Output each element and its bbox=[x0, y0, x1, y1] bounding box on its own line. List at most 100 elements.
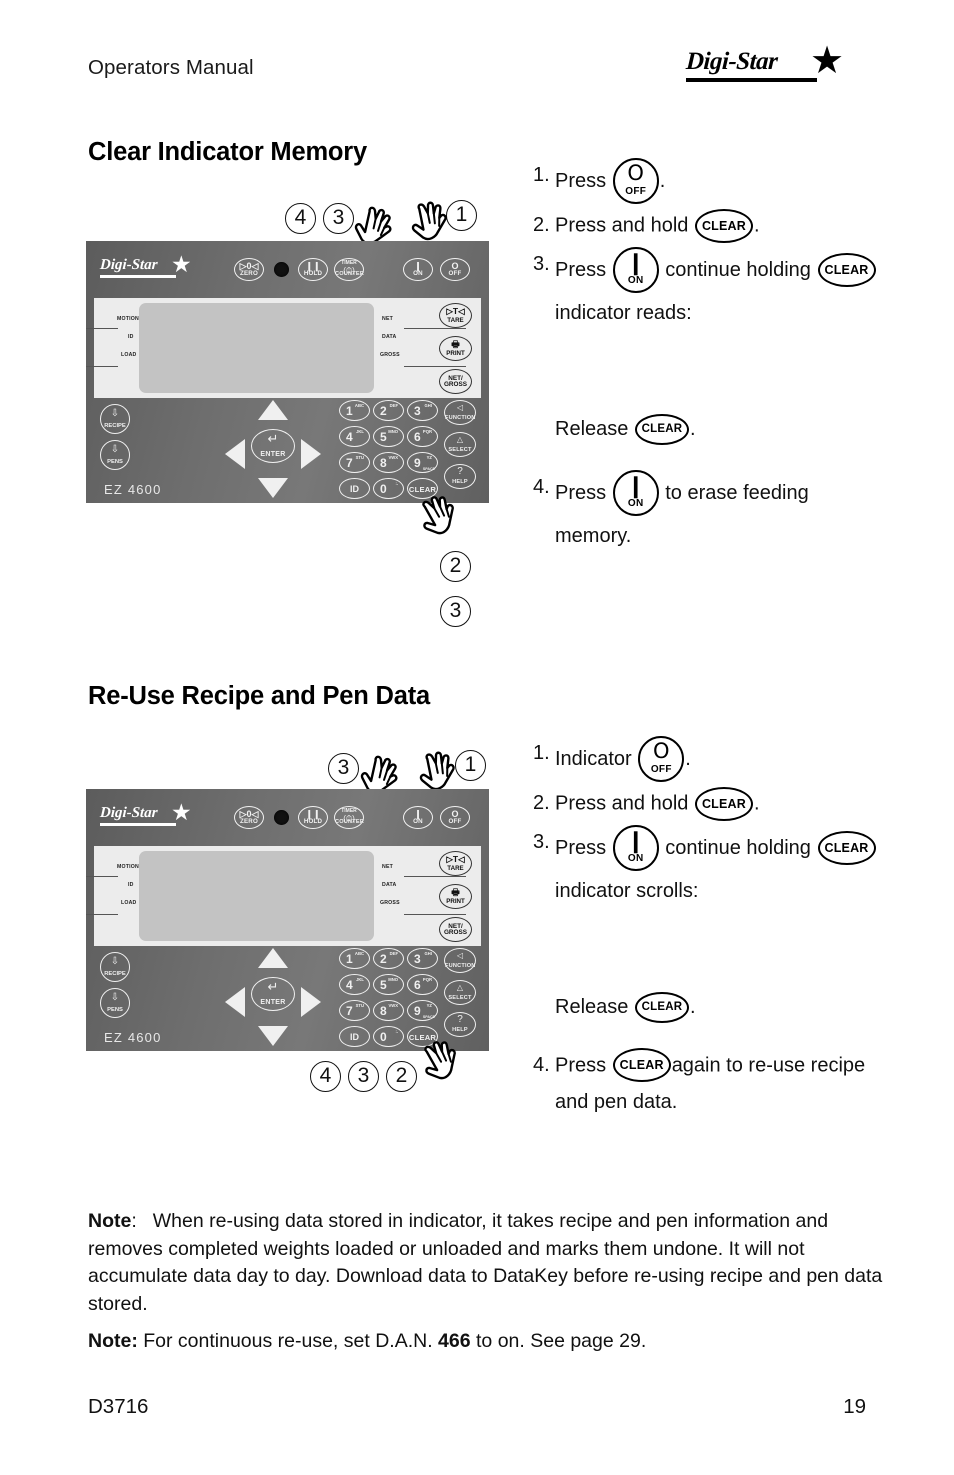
help-key[interactable]: ? HELP bbox=[444, 464, 476, 489]
on-key-glyph[interactable]: ❙ ON bbox=[612, 824, 659, 871]
callout-1: 1 bbox=[455, 750, 486, 781]
select-key[interactable]: △ SELECT bbox=[444, 432, 476, 457]
key-7[interactable]: 7 STU bbox=[339, 1000, 370, 1021]
key-letters: STU bbox=[355, 455, 364, 460]
arrow-right-key[interactable] bbox=[301, 987, 321, 1017]
clear-key-glyph[interactable]: CLEAR bbox=[694, 786, 753, 821]
key-id[interactable]: ID bbox=[339, 478, 370, 499]
clear-key-glyph[interactable]: CLEAR bbox=[817, 830, 876, 865]
off-key-label: OFF bbox=[650, 764, 672, 775]
key-letters: PQR bbox=[422, 977, 432, 982]
hold-key[interactable]: ❙❙ HOLD bbox=[298, 258, 328, 281]
gross-label: GROSS bbox=[443, 381, 468, 388]
display-divider bbox=[404, 876, 466, 877]
zero-key[interactable]: ▷0◁ ZERO bbox=[234, 258, 264, 281]
enter-key[interactable]: ↵ ENTER bbox=[251, 977, 295, 1011]
pens-icon: ⇩ bbox=[110, 444, 120, 455]
device-brand-text: Digi-Star bbox=[99, 805, 158, 821]
numeric-keypad: 1 ABC 2 DEF 3 GHI 4 JKL 5 MNO 6 PQR 7 STU 8 VWX … bbox=[339, 400, 449, 500]
key-id[interactable]: ID bbox=[339, 1026, 370, 1047]
off-key[interactable]: O OFF bbox=[440, 806, 470, 829]
key-5[interactable]: 5 MNO bbox=[373, 426, 404, 447]
key-3[interactable]: 3 GHI bbox=[407, 948, 438, 969]
recipe-key[interactable]: ⇩ RECIPE bbox=[100, 952, 130, 982]
function-key[interactable]: ◁ FUNCTION bbox=[444, 400, 476, 425]
off-key-glyph[interactable]: O OFF bbox=[638, 736, 685, 782]
arrow-down-key[interactable] bbox=[258, 478, 288, 498]
key-0[interactable]: 0:. bbox=[373, 1026, 404, 1047]
callout-3: 3 bbox=[440, 596, 471, 627]
recipe-key[interactable]: ⇩ RECIPE bbox=[100, 404, 130, 434]
arrow-up-key[interactable] bbox=[258, 400, 288, 420]
arrow-right-key[interactable] bbox=[301, 439, 321, 469]
key-4[interactable]: 4 JKL bbox=[339, 974, 370, 995]
note-label: Note: bbox=[88, 1330, 138, 1352]
key-6[interactable]: 6 PQR bbox=[407, 974, 438, 995]
clear-key-glyph[interactable]: CLEAR bbox=[817, 252, 876, 287]
key-3[interactable]: 3 GHI bbox=[407, 400, 438, 421]
arrow-left-key[interactable] bbox=[225, 439, 245, 469]
clear-key-glyph[interactable]: CLEAR bbox=[634, 991, 689, 1023]
arrow-down-key[interactable] bbox=[258, 1026, 288, 1046]
key-digit: 5 bbox=[380, 978, 387, 992]
key-1[interactable]: 1 ABC bbox=[339, 948, 370, 969]
key-8[interactable]: 8 VWX bbox=[373, 452, 404, 473]
key-1[interactable]: 1 ABC bbox=[339, 400, 370, 421]
timer-counter-key[interactable]: TIMER (⏱) COUNTER bbox=[334, 806, 364, 829]
key-0[interactable]: 0:. bbox=[373, 478, 404, 499]
display-label-data: DATA bbox=[382, 882, 397, 888]
tare-key[interactable]: ▷T◁ TARE bbox=[439, 851, 472, 876]
key-8[interactable]: 8 VWX bbox=[373, 1000, 404, 1021]
zero-label: ZERO bbox=[240, 817, 258, 825]
key-digit: 9 bbox=[414, 1004, 421, 1018]
step-text-post: . bbox=[753, 214, 760, 237]
enter-label: ENTER bbox=[260, 999, 286, 1006]
off-key-glyph[interactable]: O OFF bbox=[612, 158, 659, 204]
hold-key[interactable]: ❙❙ HOLD bbox=[298, 806, 328, 829]
timer-counter-key[interactable]: TIMER (⏱) COUNTER bbox=[334, 258, 364, 281]
zero-key[interactable]: ▷0◁ ZERO bbox=[234, 806, 264, 829]
step-number: 3. bbox=[533, 830, 550, 853]
on-key-glyph[interactable]: ❙ ON bbox=[612, 246, 659, 293]
key-4[interactable]: 4 JKL bbox=[339, 426, 370, 447]
key-2[interactable]: 2 DEF bbox=[373, 400, 404, 421]
key-7[interactable]: 7 STU bbox=[339, 452, 370, 473]
pens-key[interactable]: ⇩ PENS bbox=[100, 988, 130, 1018]
tare-key[interactable]: ▷T◁ TARE bbox=[439, 303, 472, 328]
net-gross-key[interactable]: NET/ GROSS bbox=[439, 917, 472, 942]
pens-key[interactable]: ⇩ PENS bbox=[100, 440, 130, 470]
release-instruction: Release CLEAR. bbox=[555, 990, 948, 1024]
function-key[interactable]: ◁ FUNCTION bbox=[444, 948, 476, 973]
key-digit: 9 bbox=[414, 456, 421, 470]
key-2[interactable]: 2 DEF bbox=[373, 948, 404, 969]
digi-star-logo: Digi-Star ★ bbox=[685, 42, 866, 92]
clear-key-glyph[interactable]: CLEAR bbox=[634, 413, 689, 445]
arrow-left-key[interactable] bbox=[225, 987, 245, 1017]
logo-wordmark: Digi-Star bbox=[685, 48, 779, 75]
key-5[interactable]: 5 MNO bbox=[373, 974, 404, 995]
step-text-post: . bbox=[685, 748, 691, 770]
print-key[interactable]: 🖶 PRINT bbox=[439, 336, 472, 361]
release-post: . bbox=[689, 417, 696, 440]
on-key-glyph[interactable]: ❙ ON bbox=[612, 469, 659, 516]
on-key[interactable]: ❙ ON bbox=[403, 806, 433, 829]
key-label: CLEAR bbox=[408, 485, 437, 494]
on-key[interactable]: ❙ ON bbox=[403, 258, 433, 281]
select-key[interactable]: △ SELECT bbox=[444, 980, 476, 1005]
manual-page: Operators Manual Digi-Star ★ Clear Indic… bbox=[0, 0, 954, 1475]
step-item: 2. Press and hold CLEAR. bbox=[533, 786, 948, 821]
enter-key[interactable]: ↵ ENTER bbox=[251, 429, 295, 463]
key-digit: 6 bbox=[414, 430, 421, 444]
print-key[interactable]: 🖶 PRINT bbox=[439, 884, 472, 909]
key-6[interactable]: 6 PQR bbox=[407, 426, 438, 447]
function-icon: ◁ bbox=[456, 951, 464, 960]
step-number: 1. bbox=[533, 742, 550, 764]
clear-key-glyph[interactable]: CLEAR bbox=[694, 208, 753, 243]
arrow-up-key[interactable] bbox=[258, 948, 288, 968]
clear-key-glyph[interactable]: CLEAR bbox=[612, 1048, 671, 1083]
key-9[interactable]: 9 YZ SPACE bbox=[407, 452, 438, 473]
net-gross-key[interactable]: NET/ GROSS bbox=[439, 369, 472, 394]
off-key[interactable]: O OFF bbox=[440, 258, 470, 281]
step-number: 3. bbox=[533, 252, 550, 275]
key-9[interactable]: 9 YZ SPACE bbox=[407, 1000, 438, 1021]
